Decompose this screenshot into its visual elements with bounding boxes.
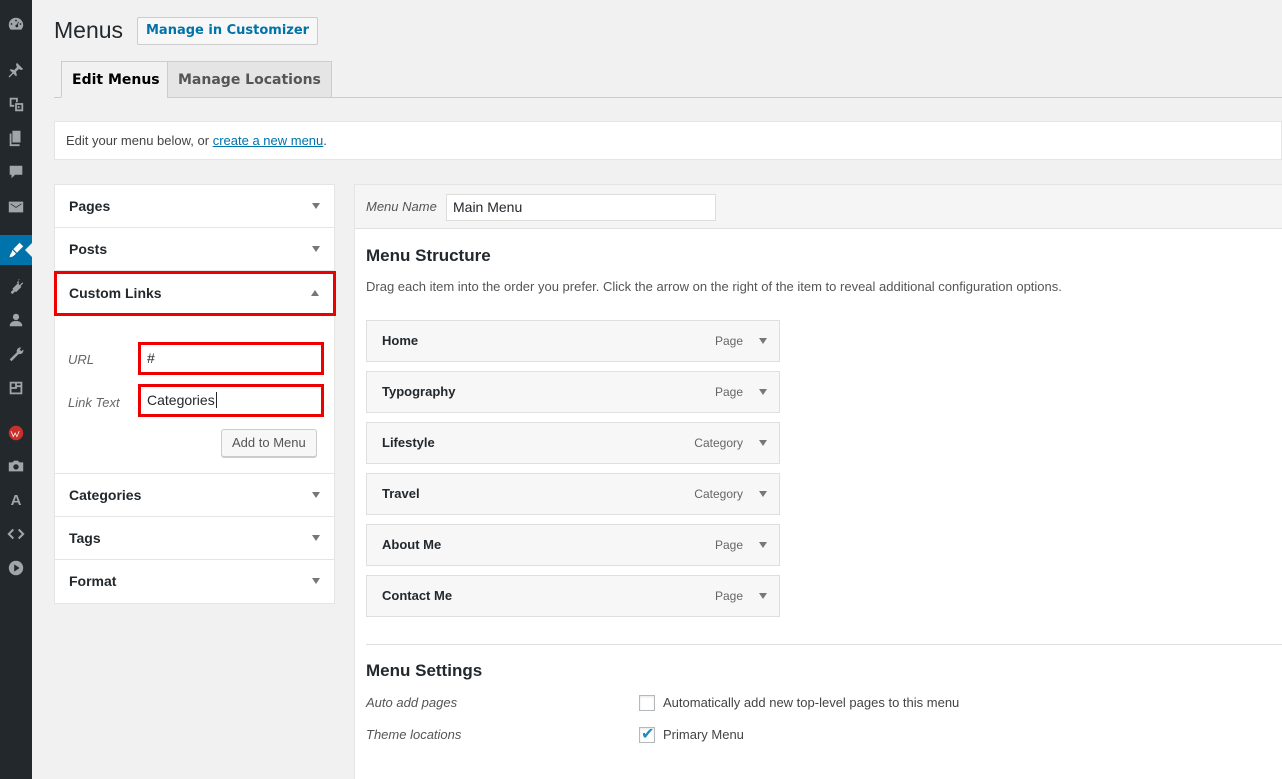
custom-links-panel: URL # Link Text Categories Add to Menu <box>55 316 334 474</box>
menu-settings-title: Menu Settings <box>366 661 483 680</box>
chevron-down-icon[interactable] <box>759 491 767 497</box>
menu-structure-description: Drag each item into the order you prefer… <box>366 279 1062 294</box>
font-icon-letter: A <box>10 491 22 509</box>
chevron-down-icon[interactable] <box>759 593 767 599</box>
chevron-down-icon <box>312 492 320 498</box>
menu-item-title: Contact Me <box>382 588 453 603</box>
chevron-down-icon[interactable] <box>759 440 767 446</box>
menu-item[interactable]: Home Page <box>366 320 780 362</box>
accordion-tags[interactable]: Tags <box>55 517 334 560</box>
chevron-down-icon <box>312 203 320 209</box>
accordion-title: Pages <box>69 198 111 214</box>
auto-add-pages-text: Automatically add new top-level pages to… <box>663 695 960 710</box>
settings-divider <box>366 644 1282 645</box>
menu-item-title: Typography <box>382 384 456 399</box>
tools-icon[interactable] <box>0 339 32 369</box>
accordion-categories[interactable]: Categories <box>55 474 334 517</box>
appearance-icon[interactable] <box>0 235 32 265</box>
auto-add-pages-label: Auto add pages <box>366 695 458 710</box>
accordion-title: Custom Links <box>69 285 162 301</box>
plugins-icon[interactable] <box>0 271 32 301</box>
chevron-down-icon <box>312 535 320 541</box>
add-to-menu-button[interactable]: Add to Menu <box>221 429 317 457</box>
accordion-pages[interactable]: Pages <box>55 185 334 228</box>
pages-icon[interactable] <box>0 123 32 153</box>
comments-icon[interactable] <box>0 157 32 187</box>
menu-item[interactable]: Typography Page <box>366 371 780 413</box>
menu-name-bar: Menu Name Main Menu <box>355 185 1282 229</box>
nav-tabs: Edit Menus Manage Locations <box>54 61 1282 98</box>
users-icon[interactable] <box>0 305 32 335</box>
url-input[interactable]: # <box>138 342 324 375</box>
play-icon[interactable] <box>0 553 32 583</box>
mail-icon[interactable] <box>0 192 32 222</box>
menu-item[interactable]: About Me Page <box>366 524 780 566</box>
accordion-custom-links[interactable]: Custom Links <box>54 271 336 316</box>
menu-item-title: About Me <box>382 537 442 552</box>
admin-sidebar: A <box>0 0 32 779</box>
notice-prefix: Edit your menu below, or <box>66 133 213 148</box>
menu-item-type: Page <box>714 385 743 399</box>
menu-item[interactable]: Lifestyle Category <box>366 422 780 464</box>
accordion-title: Categories <box>69 487 142 503</box>
page-title: Menus <box>54 17 124 43</box>
menu-item-type: Page <box>714 334 743 348</box>
manage-in-customizer-button[interactable]: Manage in Customizer <box>137 17 319 45</box>
code-icon[interactable] <box>0 519 32 549</box>
media-icon[interactable] <box>0 89 32 119</box>
menu-item-type: Page <box>714 589 743 603</box>
chevron-down-icon <box>312 246 320 252</box>
settings-icon[interactable] <box>0 373 32 403</box>
create-new-menu-link[interactable]: create a new menu <box>213 133 324 148</box>
notice-suffix: . <box>323 133 327 148</box>
chevron-down-icon[interactable] <box>759 389 767 395</box>
chevron-up-icon <box>311 290 319 296</box>
accordion-title: Format <box>69 573 117 589</box>
menu-item-title: Lifestyle <box>382 435 435 450</box>
link-text-label: Link Text <box>68 395 120 410</box>
menu-item[interactable]: Travel Category <box>366 473 780 515</box>
menu-item-type: Category <box>694 436 743 450</box>
menu-item-type: Page <box>714 538 743 552</box>
primary-menu-text: Primary Menu <box>663 727 744 742</box>
theme-locations-label: Theme locations <box>366 727 462 742</box>
chevron-down-icon[interactable] <box>759 338 767 344</box>
accordion-title: Posts <box>69 241 108 257</box>
menu-management-panel: Menu Name Main Menu Menu Structure Drag … <box>354 184 1282 779</box>
menu-item-type: Category <box>694 487 743 501</box>
add-menu-items-accordion: Pages Posts Custom Links URL # Link Text… <box>54 184 336 604</box>
camera-icon[interactable] <box>0 451 32 481</box>
font-icon[interactable]: A <box>0 485 32 515</box>
accordion-posts[interactable]: Posts <box>55 228 334 271</box>
menu-name-label: Menu Name <box>366 199 437 214</box>
accordion-format[interactable]: Format <box>55 560 334 603</box>
menu-notice: Edit your menu below, or create a new me… <box>54 121 1282 160</box>
accordion-title: Tags <box>69 530 101 546</box>
link-text-value: Categories <box>147 392 215 408</box>
pin-icon[interactable] <box>0 55 32 85</box>
menu-structure-title: Menu Structure <box>366 246 491 265</box>
menu-name-input[interactable]: Main Menu <box>446 194 716 221</box>
primary-menu-checkbox[interactable]: ✔ <box>639 724 655 743</box>
tab-edit-menus[interactable]: Edit Menus <box>61 61 171 98</box>
menu-items-list: Home Page Typography Page Lifestyle Cate… <box>366 320 780 626</box>
auto-add-pages-checkbox[interactable] <box>639 695 655 711</box>
checkmark-icon: ✔ <box>641 724 655 743</box>
chevron-down-icon[interactable] <box>759 542 767 548</box>
tab-manage-locations[interactable]: Manage Locations <box>167 61 332 98</box>
dashboard-icon[interactable] <box>0 9 32 39</box>
menu-item-title: Travel <box>382 486 420 501</box>
plugin-logo-icon[interactable] <box>0 418 32 448</box>
link-text-input[interactable]: Categories <box>138 384 324 417</box>
menu-item[interactable]: Contact Me Page <box>366 575 780 617</box>
chevron-down-icon <box>312 578 320 584</box>
url-label: URL <box>68 352 95 367</box>
menu-item-title: Home <box>382 333 419 348</box>
